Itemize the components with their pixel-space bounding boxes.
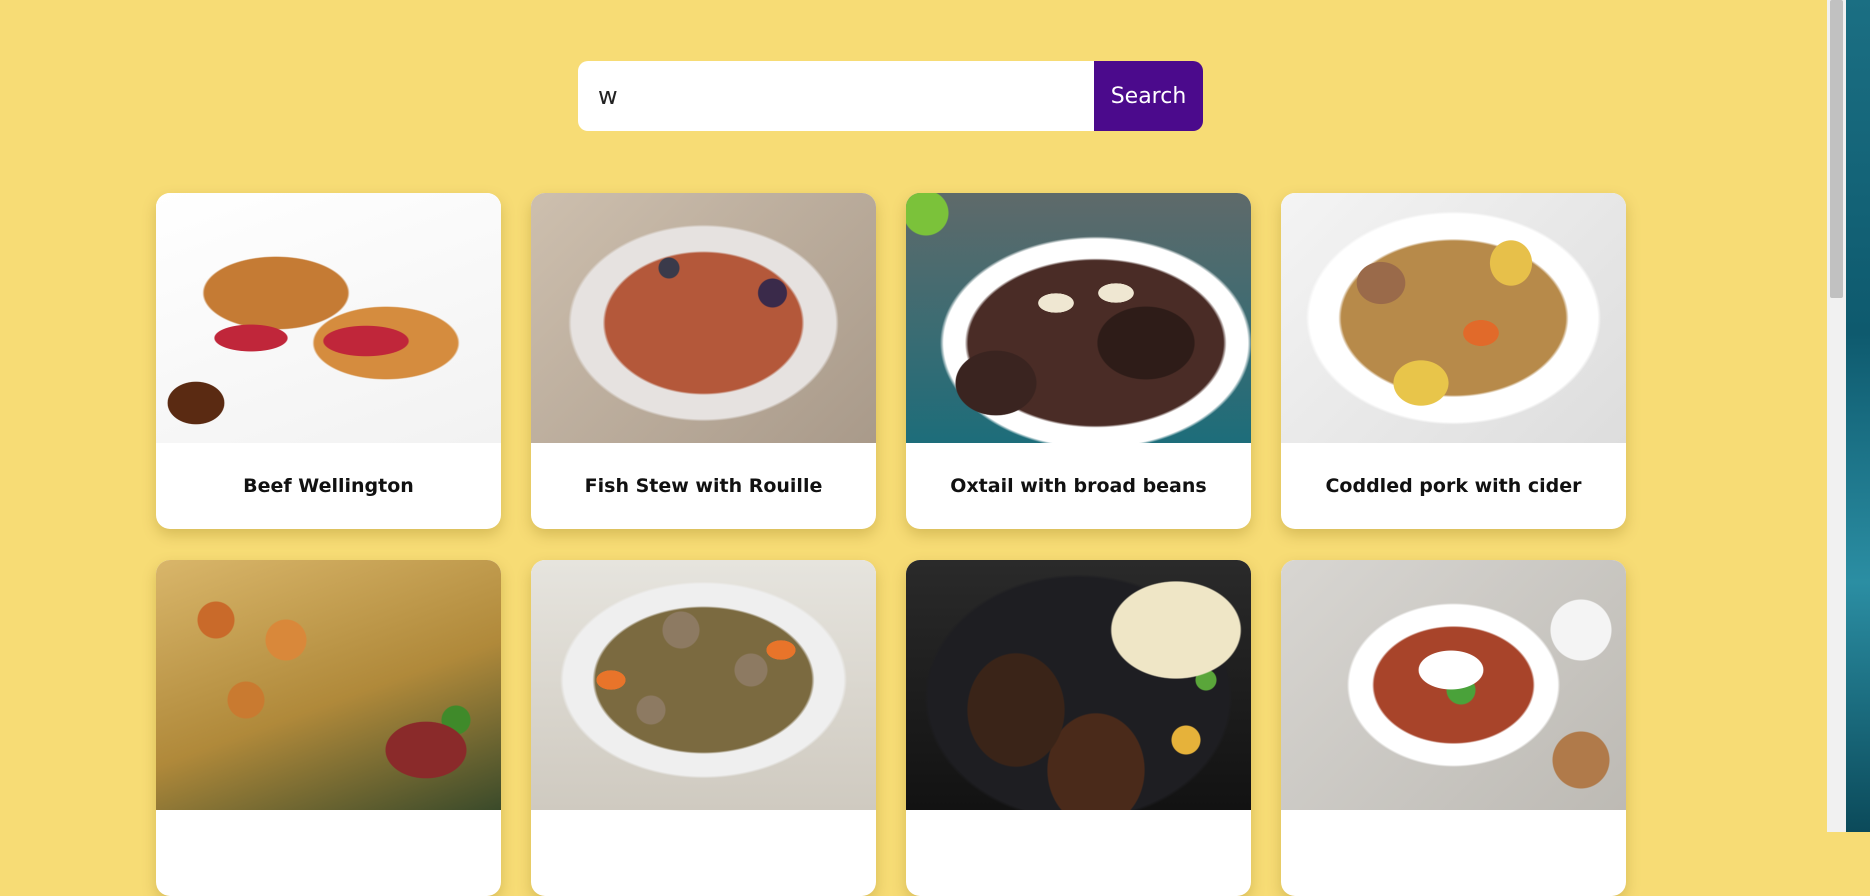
recipe-image <box>531 560 876 810</box>
recipe-title <box>1281 810 1626 896</box>
recipe-card[interactable] <box>531 560 876 896</box>
recipe-card[interactable] <box>906 560 1251 896</box>
recipe-image <box>1281 193 1626 443</box>
vertical-scrollbar[interactable] <box>1827 0 1846 832</box>
recipe-title <box>906 810 1251 896</box>
search-bar: Search <box>578 61 1203 131</box>
recipe-image <box>156 193 501 443</box>
recipe-image <box>156 560 501 810</box>
recipe-image <box>531 193 876 443</box>
page: Search Beef Wellington Fish Stew with Ro… <box>0 0 1827 896</box>
search-input[interactable] <box>578 61 1094 131</box>
recipe-title <box>531 810 876 896</box>
recipe-title: Fish Stew with Rouille <box>584 475 823 497</box>
recipe-title: Oxtail with broad beans <box>950 475 1207 497</box>
search-button[interactable]: Search <box>1094 61 1203 131</box>
recipe-image <box>906 560 1251 810</box>
recipe-grid: Beef Wellington Fish Stew with Rouille O… <box>156 193 1626 896</box>
recipe-card[interactable]: Fish Stew with Rouille <box>531 193 876 529</box>
recipe-title: Coddled pork with cider <box>1325 475 1582 497</box>
scrollbar-thumb[interactable] <box>1830 0 1843 298</box>
recipe-card[interactable]: Beef Wellington <box>156 193 501 529</box>
recipe-image <box>906 193 1251 443</box>
desktop-background-strip <box>1846 0 1870 832</box>
recipe-title: Beef Wellington <box>243 475 414 497</box>
recipe-image <box>1281 560 1626 810</box>
recipe-card[interactable] <box>156 560 501 896</box>
recipe-card[interactable]: Coddled pork with cider <box>1281 193 1626 529</box>
recipe-card[interactable] <box>1281 560 1626 896</box>
recipe-card[interactable]: Oxtail with broad beans <box>906 193 1251 529</box>
recipe-title <box>156 810 501 896</box>
